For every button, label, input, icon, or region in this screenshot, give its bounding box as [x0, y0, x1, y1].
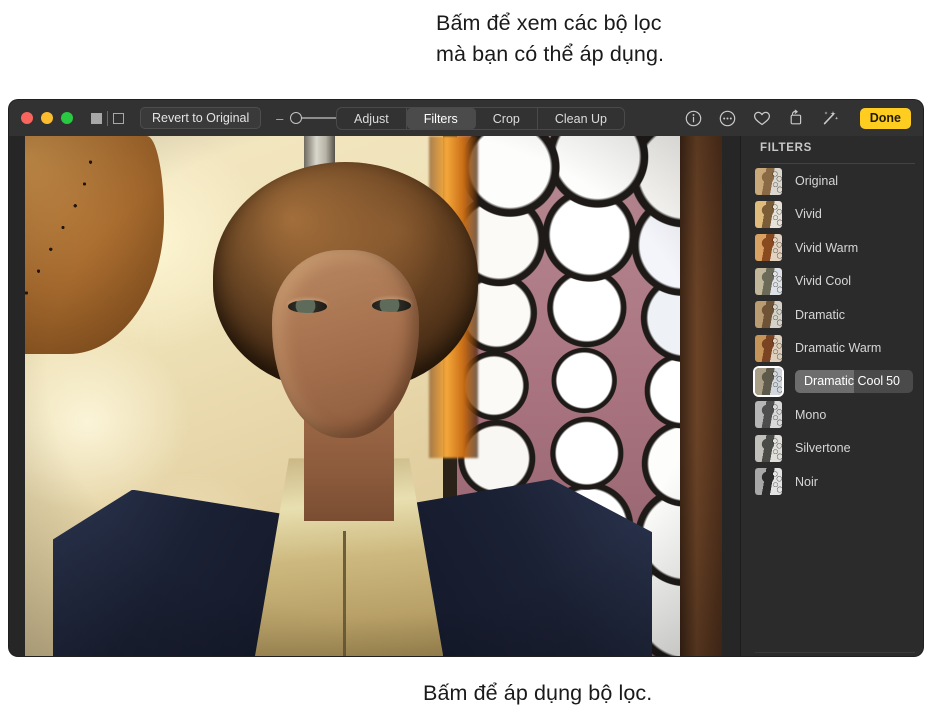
close-window-button[interactable] — [21, 112, 33, 124]
divider — [760, 163, 915, 164]
filter-intensity-value: 50 — [886, 374, 900, 389]
auto-enhance-wand-icon[interactable] — [820, 108, 840, 128]
filter-thumbnail — [755, 167, 782, 195]
callout-line-bottom — [0, 42, 2, 229]
rotate-icon[interactable] — [786, 108, 806, 128]
filter-label: Dramatic Warm — [795, 341, 882, 355]
zoom-window-button[interactable] — [61, 112, 73, 124]
filter-thumbnail — [755, 434, 782, 462]
filter-label-container[interactable]: Vivid Cool — [795, 270, 913, 293]
filter-item-silvertone[interactable]: Silvertone — [755, 432, 913, 464]
filter-label-container[interactable]: Dramatic Warm — [795, 337, 913, 360]
zoom-slider-thumb[interactable] — [290, 112, 303, 124]
divider — [755, 652, 915, 653]
filter-thumbnail-image — [755, 367, 782, 395]
filled-square-icon — [91, 112, 102, 124]
filter-label: Silvertone — [795, 441, 851, 456]
filters-panel-title: FILTERS — [760, 142, 812, 154]
callout-line-top — [0, 0, 2, 42]
favorite-heart-icon[interactable] — [752, 108, 772, 128]
info-icon[interactable] — [684, 108, 704, 128]
filter-thumbnail-image — [755, 234, 782, 262]
compare-toggle[interactable] — [91, 107, 124, 129]
photo-canvas — [9, 136, 740, 656]
filter-item-vivid-cool[interactable]: Vivid Cool — [755, 265, 913, 297]
filter-label: Noir — [795, 474, 818, 489]
more-options-icon[interactable] — [718, 108, 738, 128]
filter-item-vivid-warm[interactable]: Vivid Warm — [755, 232, 913, 264]
editor-toolbar: Revert to Original – + Adjust Filters Cr… — [9, 100, 923, 136]
filter-thumbnail-image — [755, 401, 782, 429]
zoom-out-icon[interactable]: – — [275, 112, 284, 125]
filter-label: Dramatic — [795, 307, 846, 322]
callout-text-top: Bấm để xem các bộ lọc mà bạn có thể áp d… — [436, 11, 665, 66]
photos-editor-window: Revert to Original – + Adjust Filters Cr… — [9, 100, 923, 656]
filter-thumbnail-image — [755, 267, 782, 295]
tab-adjust[interactable]: Adjust — [337, 108, 407, 129]
filter-label: Vivid — [795, 207, 822, 222]
filter-label: Vivid Warm — [795, 240, 859, 255]
filter-item-dramatic-cool[interactable]: Dramatic Cool 50 — [755, 365, 913, 397]
minimize-window-button[interactable] — [41, 112, 53, 124]
filter-thumbnail-image — [755, 200, 782, 228]
filter-label: Dramatic Cool — [804, 374, 884, 389]
filter-thumbnail — [755, 334, 782, 362]
filter-thumbnail-image — [755, 468, 782, 496]
callout-text-bottom: Bấm để áp dụng bộ lọc. — [423, 681, 653, 705]
filter-label: Vivid Cool — [795, 274, 852, 289]
filter-label-container[interactable]: Dramatic — [795, 303, 913, 326]
filter-label: Mono — [795, 407, 827, 422]
filter-label-container[interactable]: Vivid — [795, 203, 913, 226]
tab-clean-up[interactable]: Clean Up — [538, 108, 624, 129]
filter-thumbnail-image — [755, 334, 782, 362]
tab-crop[interactable]: Crop — [476, 108, 538, 129]
revert-to-original-button[interactable]: Revert to Original — [140, 107, 262, 129]
filter-label: Original — [795, 174, 839, 188]
window-controls — [21, 112, 73, 124]
filter-item-mono[interactable]: Mono — [755, 399, 913, 431]
filter-label-container[interactable]: Mono — [795, 403, 913, 426]
filter-thumbnail — [755, 200, 782, 228]
filter-thumbnail-image — [755, 434, 782, 462]
filter-thumbnail — [755, 267, 782, 295]
filter-item-dramatic[interactable]: Dramatic — [755, 299, 913, 331]
filter-label-container[interactable]: Vivid Warm — [795, 236, 913, 259]
toolbar-right-icons: Done — [684, 100, 911, 136]
done-button[interactable]: Done — [859, 107, 911, 129]
divider — [107, 110, 108, 126]
screenshot-root: Bấm để xem các bộ lọc mà bạn có thể áp d… — [0, 0, 931, 721]
filter-thumbnail — [755, 234, 782, 262]
filter-label-container[interactable]: Silvertone — [795, 437, 913, 460]
filter-label-container[interactable]: Dramatic Cool 50 — [795, 369, 913, 393]
done-label: Done — [869, 111, 901, 125]
filter-label-container[interactable]: Original — [795, 170, 913, 193]
filter-thumbnail — [755, 301, 782, 329]
filter-item-noir[interactable]: Noir — [755, 466, 913, 498]
filter-thumbnail — [755, 468, 782, 496]
photo-vignette — [25, 136, 722, 656]
edit-mode-segmented-control[interactable]: Adjust Filters Crop Clean Up — [336, 107, 625, 130]
filter-thumbnail-image — [755, 301, 782, 329]
filter-thumbnail — [755, 401, 782, 429]
filter-label-container[interactable]: Noir — [795, 470, 913, 493]
revert-to-original-label: Revert to Original — [152, 111, 250, 125]
filters-sidebar: FILTERS Original Vivid Vivid Warm Vivid Coo… — [740, 136, 923, 656]
filter-thumbnail-image — [755, 167, 782, 195]
filter-thumbnail — [755, 367, 782, 395]
filter-item-original[interactable]: Original — [755, 165, 913, 197]
tab-filters[interactable]: Filters — [406, 108, 476, 129]
outlined-square-icon — [113, 112, 124, 124]
filters-list[interactable]: Original Vivid Vivid Warm Vivid Cool Dramati… — [755, 165, 923, 656]
edited-photo[interactable] — [25, 136, 722, 656]
filter-item-dramatic-warm[interactable]: Dramatic Warm — [755, 332, 913, 364]
filter-item-vivid[interactable]: Vivid — [755, 198, 913, 230]
